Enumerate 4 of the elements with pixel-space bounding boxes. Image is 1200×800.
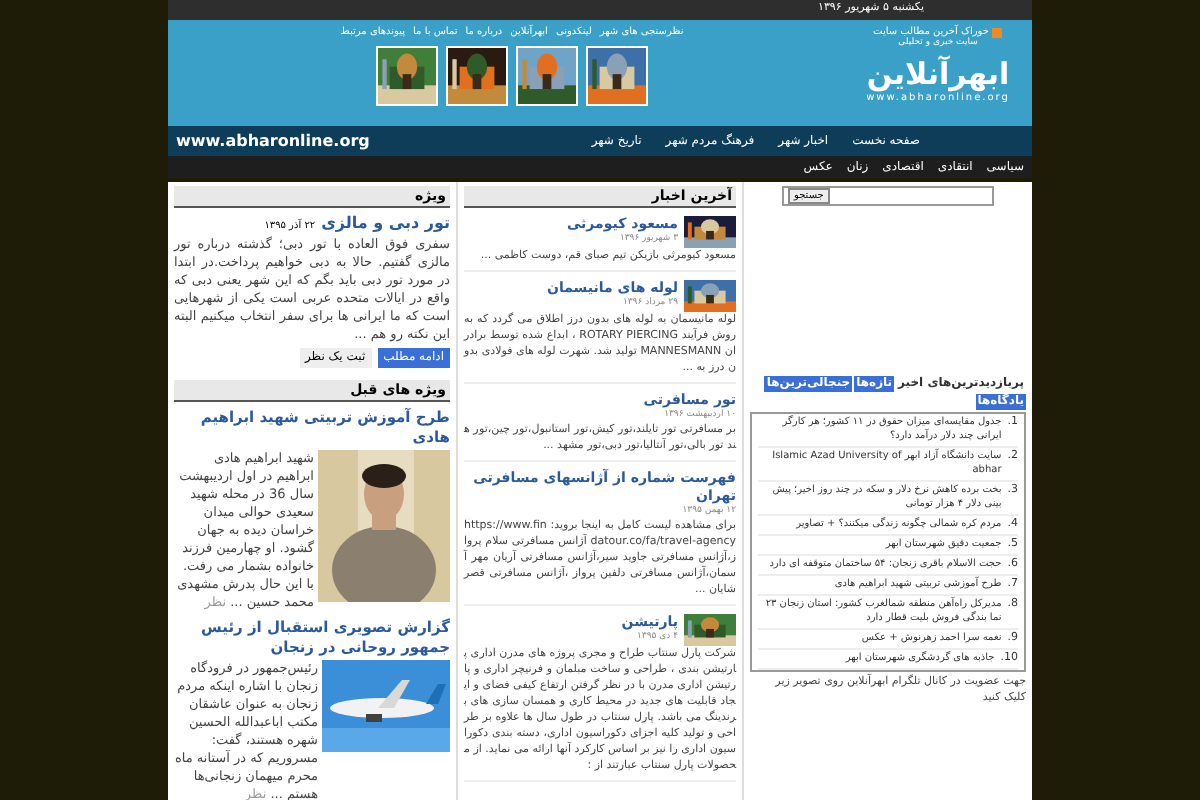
rss-icon bbox=[992, 27, 1003, 37]
post-title[interactable]: تور دبی و مالزی bbox=[321, 212, 450, 236]
site-logo: ابهرآنلاین bbox=[866, 56, 1010, 92]
site-url: www.abharonline.org bbox=[176, 129, 370, 153]
